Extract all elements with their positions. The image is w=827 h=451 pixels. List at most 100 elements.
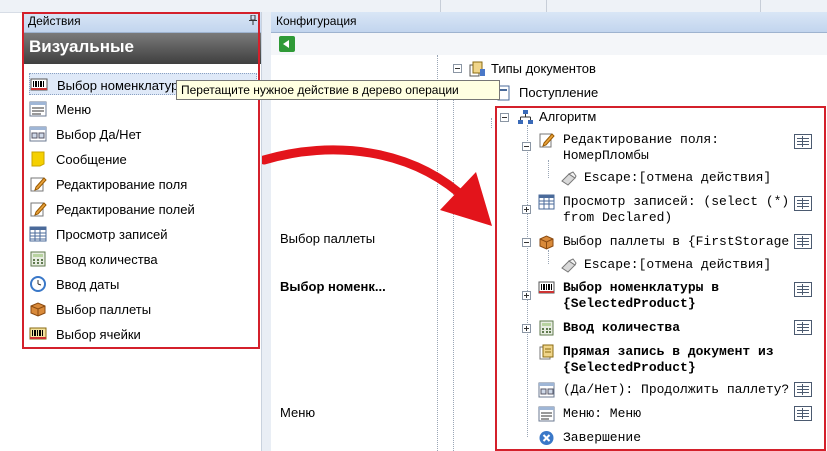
close-circle-icon xyxy=(539,431,554,445)
tree-guide-line xyxy=(437,55,438,451)
barcode-scanner-icon xyxy=(538,281,555,294)
edit-field-icon xyxy=(30,177,47,192)
back-arrow-icon[interactable] xyxy=(279,36,295,52)
action-item-view-records[interactable]: Просмотр записей xyxy=(29,223,257,245)
properties-icon[interactable] xyxy=(794,382,812,397)
properties-icon[interactable] xyxy=(794,406,812,421)
menu-list-icon xyxy=(29,101,47,117)
cell-icon xyxy=(29,327,47,340)
yes-no-icon xyxy=(538,382,555,398)
yes-no-icon xyxy=(29,126,47,142)
tree-node-label: Алгоритм xyxy=(539,109,597,124)
pin-icon[interactable] xyxy=(249,15,257,25)
tree-guide-line xyxy=(548,250,549,264)
tree-collapse-toggle[interactable] xyxy=(522,142,531,151)
tree-collapse-toggle[interactable] xyxy=(500,113,509,122)
tree-node-incoming[interactable]: Поступление xyxy=(495,83,645,103)
strip-divider xyxy=(440,0,441,12)
tree-node-label-line2: {SelectedProduct} xyxy=(563,360,696,375)
tree-node-label: Выбор паллеты в {FirstStorage xyxy=(563,234,790,249)
action-label: Редактирование полей xyxy=(56,202,195,217)
pallet-box-icon xyxy=(539,235,554,250)
tree-node-direct-write[interactable]: Прямая запись в документ из {SelectedPro… xyxy=(538,342,790,378)
properties-icon[interactable] xyxy=(794,196,812,211)
actions-panel-empty-area xyxy=(23,350,262,451)
tree-node-product-select[interactable]: Выбор номенклатуры в {SelectedProduct} xyxy=(538,278,790,314)
tree-node-label: Редактирование поля: xyxy=(563,132,720,147)
tree-node-escape[interactable]: Escape:[отмена действия] xyxy=(560,255,790,275)
action-item-quantity[interactable]: Ввод количества xyxy=(29,248,257,270)
menu-list-icon xyxy=(538,406,555,422)
strip-divider xyxy=(760,0,761,12)
tree-expand-toggle[interactable] xyxy=(522,205,531,214)
tree-node-label: Выбор номенклатуры в xyxy=(563,280,720,295)
strip-divider xyxy=(546,0,547,12)
properties-icon[interactable] xyxy=(794,134,812,149)
action-item-pallet[interactable]: Выбор паллеты xyxy=(29,298,257,320)
configuration-toolbar xyxy=(271,33,827,56)
tree-node-label-line2: from Declared) xyxy=(563,210,673,225)
tree-node-pallet-select[interactable]: Выбор паллеты в {FirstStorage xyxy=(538,232,790,252)
tree-node-label-line2: {SelectedProduct} xyxy=(563,296,696,311)
records-grid-icon xyxy=(29,226,47,242)
tree-node-label: (Да/Нет): Продолжить паллету? xyxy=(563,382,790,397)
properties-icon[interactable] xyxy=(794,234,812,249)
action-label: Ввод количества xyxy=(56,252,158,267)
calculator-icon xyxy=(539,320,554,336)
action-label: Сообщение xyxy=(56,152,127,167)
document-write-icon xyxy=(539,344,554,360)
tree-node-label-line2: НомерПломбы xyxy=(563,148,649,163)
tree-node-label: Прямая запись в документ из xyxy=(563,344,774,359)
action-label: Выбор паллеты xyxy=(56,302,152,317)
tree-collapse-toggle[interactable] xyxy=(453,64,462,73)
tree-node-label: Просмотр записей: (select (*) xyxy=(563,194,790,209)
tree-node-finish[interactable]: Завершение xyxy=(538,428,790,448)
visual-actions-tab[interactable]: Визуальные xyxy=(23,33,261,64)
tree-node-label: Escape:[отмена действия] xyxy=(584,257,772,272)
tree-collapse-toggle[interactable] xyxy=(522,238,531,247)
hierarchy-icon xyxy=(518,110,533,124)
tree-guide-line xyxy=(548,160,549,178)
document-types-icon xyxy=(469,61,485,77)
action-label: Редактирование поля xyxy=(56,177,188,192)
tree-expand-toggle[interactable] xyxy=(522,324,531,333)
pallet-box-icon xyxy=(30,302,46,317)
side-label-product: Выбор номенк... xyxy=(280,279,386,294)
side-label-menu: Меню xyxy=(280,405,316,420)
tree-node-menu[interactable]: Меню: Меню xyxy=(538,404,790,424)
tree-node-label: Ввод количества xyxy=(563,320,681,335)
tree-node-yes-no[interactable]: (Да/Нет): Продолжить паллету? xyxy=(538,380,790,400)
properties-icon[interactable] xyxy=(794,282,812,297)
action-item-date[interactable]: Ввод даты xyxy=(29,273,257,295)
tooltip-text: Перетащите нужное действие в дерево опер… xyxy=(181,83,459,97)
action-label: Ввод даты xyxy=(56,277,120,292)
tree-node-escape[interactable]: Escape:[отмена действия] xyxy=(560,168,790,188)
action-item-menu[interactable]: Меню xyxy=(29,98,257,120)
action-label: Просмотр записей xyxy=(56,227,168,242)
message-icon xyxy=(31,151,45,167)
action-label: Выбор номенклатуры xyxy=(57,78,188,93)
action-item-edit-field[interactable]: Редактирование поля xyxy=(29,173,257,195)
tree-node-label: Escape:[отмена действия] xyxy=(584,170,772,185)
action-item-message[interactable]: Сообщение xyxy=(29,148,257,170)
tree-node-quantity[interactable]: Ввод количества xyxy=(538,318,790,338)
tree-node-view-records[interactable]: Просмотр записей: (select (*) from Decla… xyxy=(538,192,790,228)
drag-hint-tooltip: Перетащите нужное действие в дерево опер… xyxy=(176,80,500,100)
action-item-cell[interactable]: Выбор ячейки xyxy=(29,323,257,345)
tree-node-edit-field[interactable]: Редактирование поля: НомерПломбы xyxy=(538,130,788,166)
tree-node-label: Типы документов xyxy=(491,61,596,76)
tree-guide-line xyxy=(527,125,528,437)
tree-guide-line xyxy=(491,118,492,128)
tree-expand-toggle[interactable] xyxy=(522,291,531,300)
properties-icon[interactable] xyxy=(794,320,812,335)
visual-actions-tab-label: Визуальные xyxy=(29,37,134,56)
barcode-scanner-icon xyxy=(30,78,48,91)
action-item-yes-no[interactable]: Выбор Да/Нет xyxy=(29,123,257,145)
action-item-edit-fields[interactable]: Редактирование полей xyxy=(29,198,257,220)
tree-node-label: Завершение xyxy=(563,430,642,445)
eraser-icon xyxy=(561,258,577,273)
edit-fields-icon xyxy=(30,202,47,217)
tree-node-algorithm[interactable]: Алгоритм xyxy=(517,107,667,127)
drag-direction-arrow xyxy=(262,145,492,226)
tree-node-document-types[interactable]: Типы документов xyxy=(469,59,669,79)
